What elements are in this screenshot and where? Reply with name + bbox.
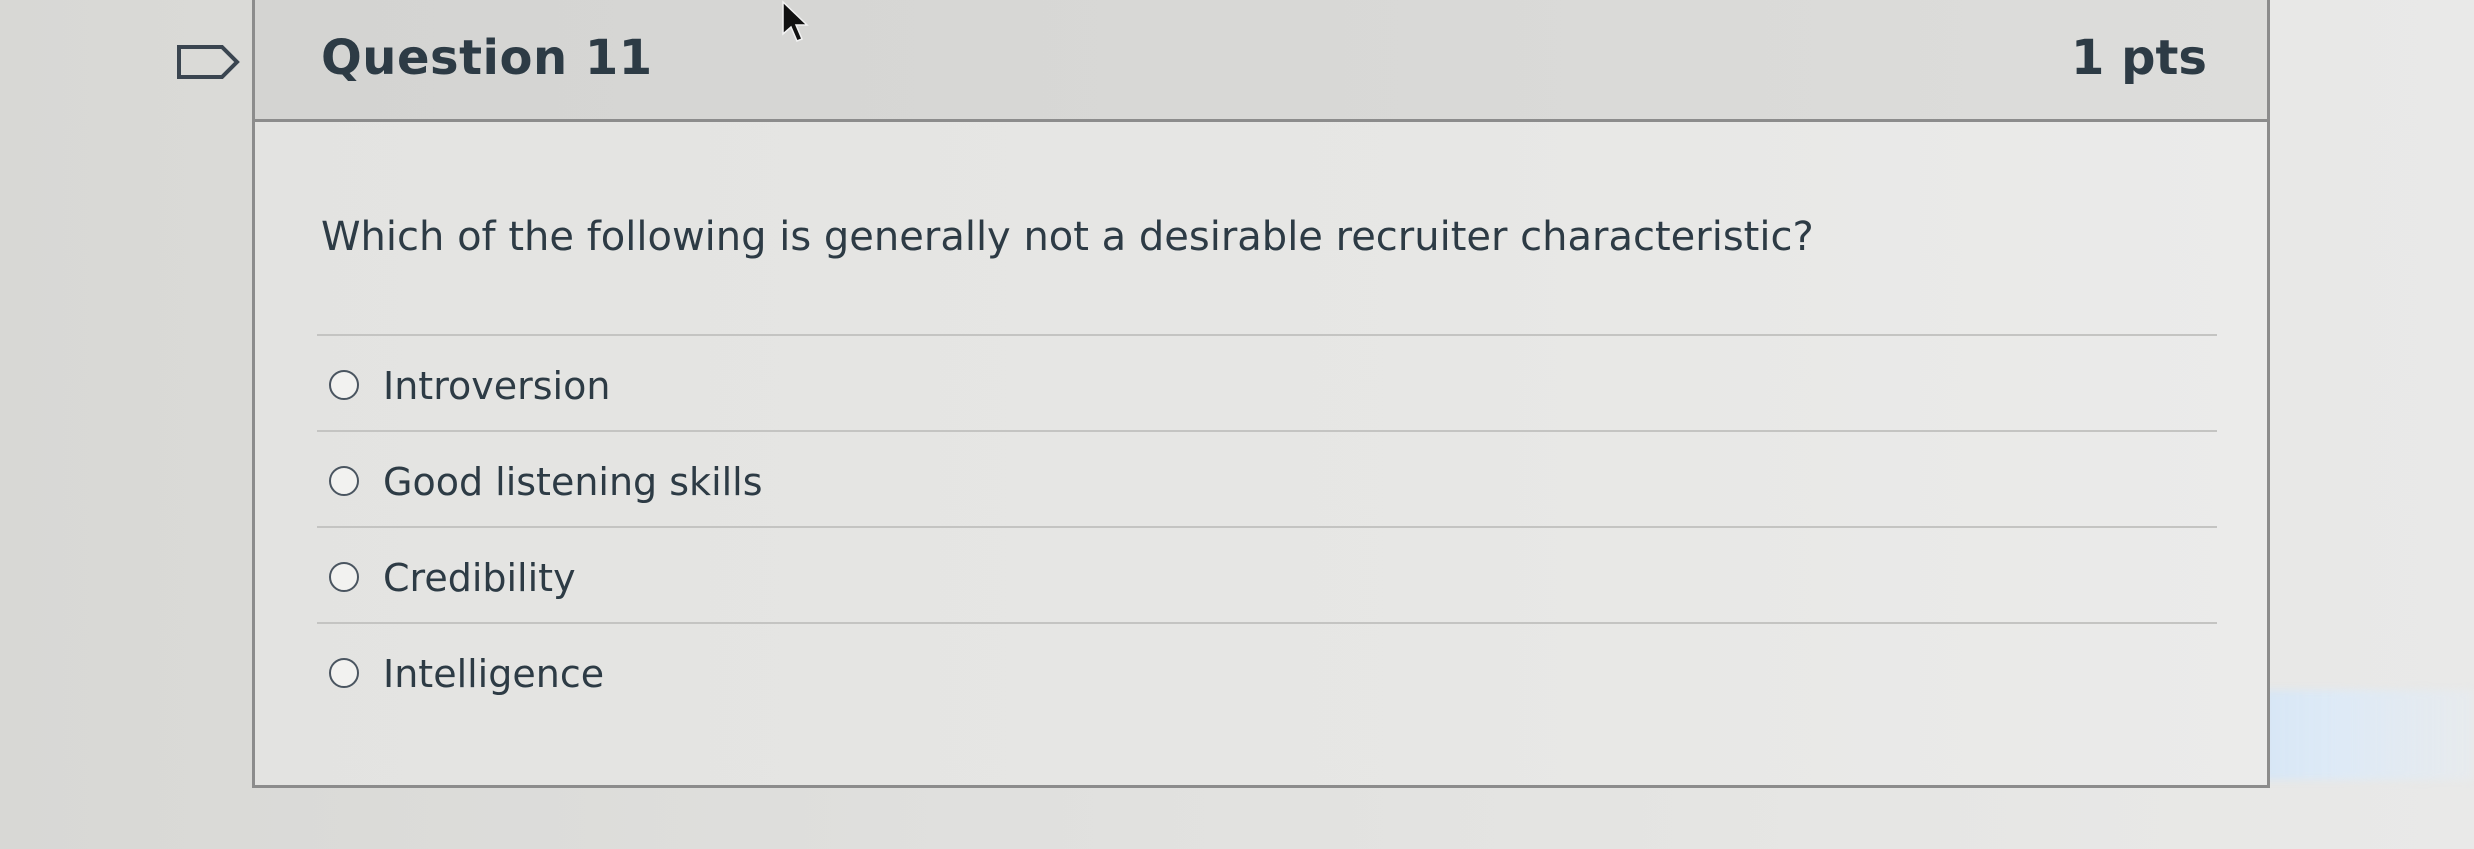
quiz-page: Question 11 1 pts Which of the following…: [0, 0, 2474, 849]
answer-list: Introversion Good listening skills Credi…: [317, 334, 2217, 720]
answer-label[interactable]: Introversion: [383, 364, 610, 408]
answer-option[interactable]: Good listening skills: [317, 432, 2217, 528]
answer-option[interactable]: Credibility: [317, 528, 2217, 624]
flag-question-icon[interactable]: [176, 44, 240, 80]
question-text: Which of the following is generally not …: [321, 214, 1814, 260]
answer-label[interactable]: Credibility: [383, 556, 576, 600]
answer-option[interactable]: Introversion: [317, 336, 2217, 432]
question-header: Question 11 1 pts: [255, 0, 2267, 122]
radio-button-icon[interactable]: [329, 562, 359, 592]
answer-label[interactable]: Good listening skills: [383, 460, 763, 504]
radio-button-icon[interactable]: [329, 370, 359, 400]
question-title: Question 11: [321, 30, 653, 86]
question-points: 1 pts: [2071, 30, 2207, 86]
mouse-cursor-icon: [782, 0, 809, 42]
answer-option[interactable]: Intelligence: [317, 624, 2217, 720]
radio-button-icon[interactable]: [329, 658, 359, 688]
question-card: Question 11 1 pts Which of the following…: [252, 0, 2270, 788]
answer-label[interactable]: Intelligence: [383, 652, 604, 696]
radio-button-icon[interactable]: [329, 466, 359, 496]
